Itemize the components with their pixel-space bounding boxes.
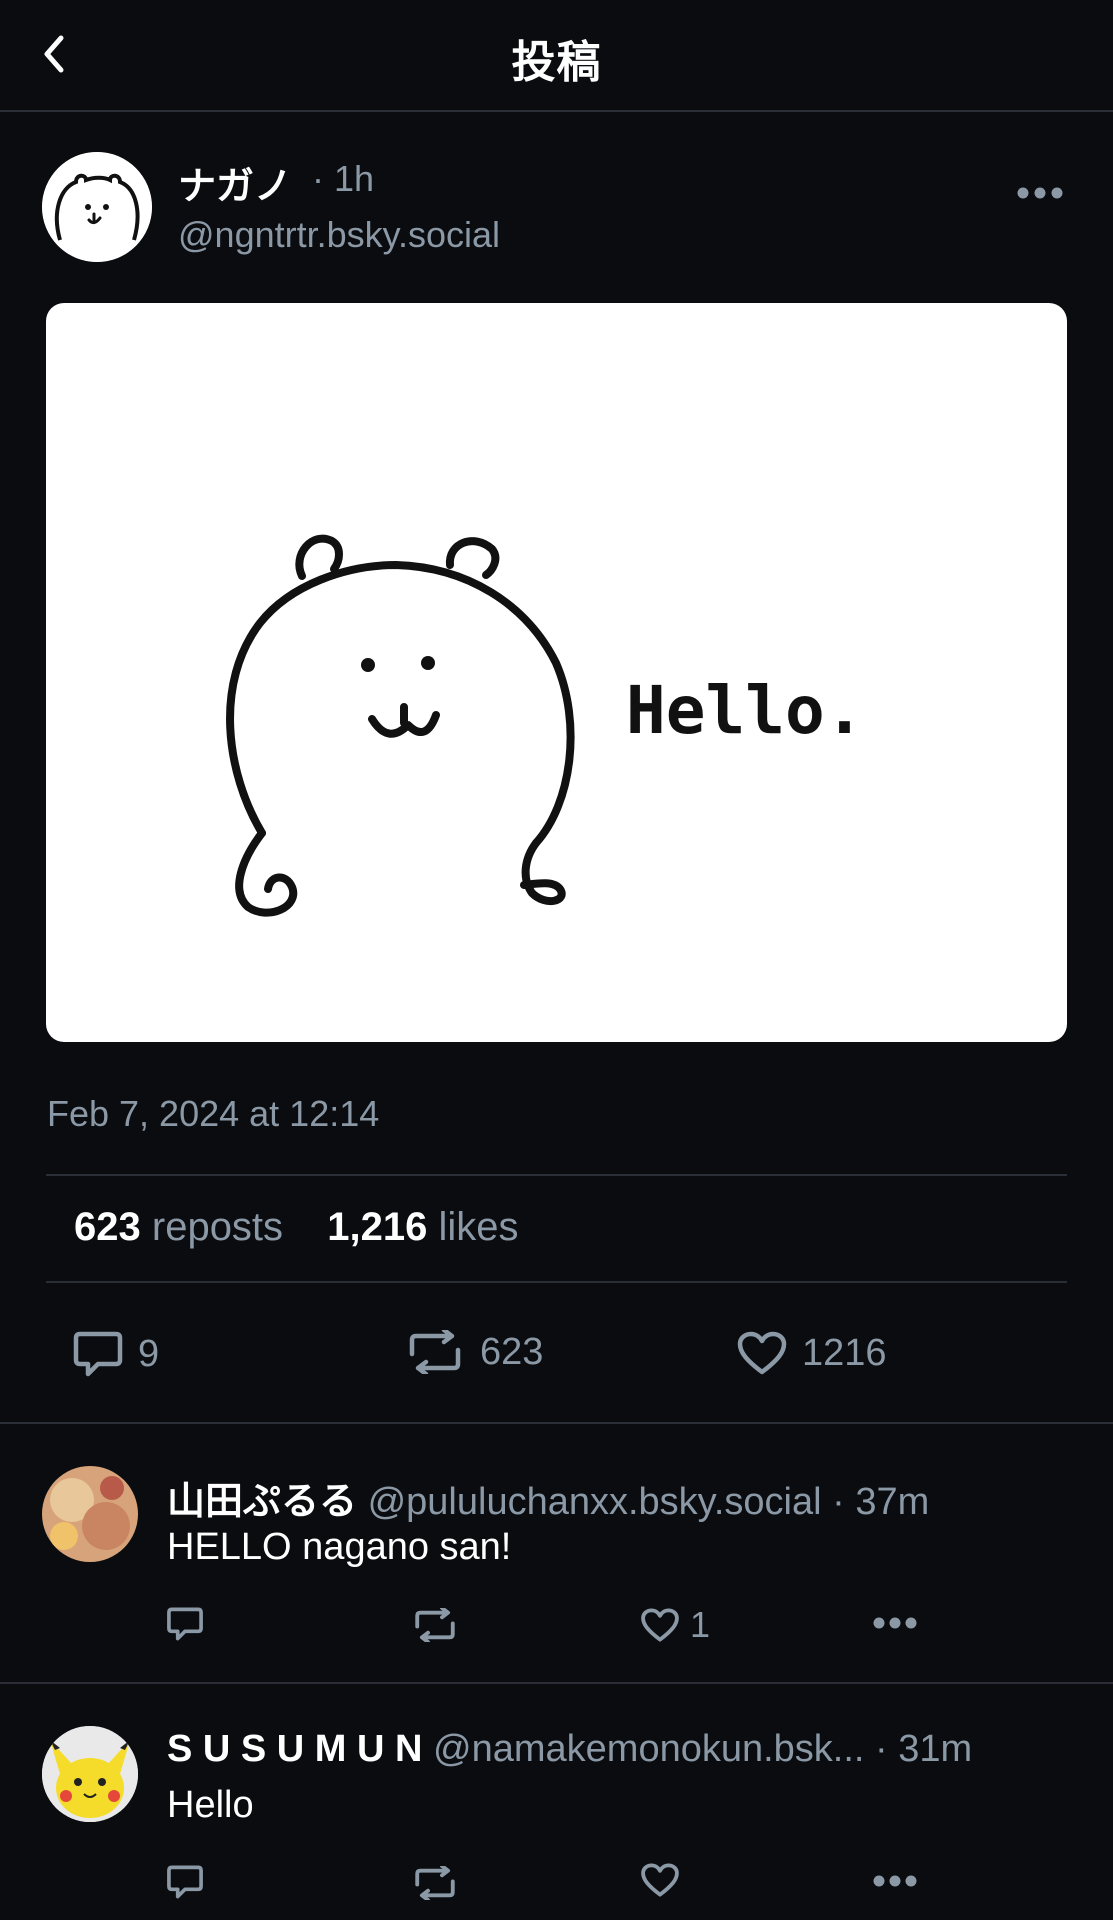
illustration-text: Hello. — [626, 672, 864, 749]
reply-comment-button[interactable] — [166, 1606, 204, 1642]
likes-count[interactable]: 1,216 — [327, 1205, 427, 1249]
reply-avatar[interactable] — [42, 1726, 138, 1822]
reply-repost-button[interactable] — [410, 1866, 460, 1900]
reposts-count[interactable]: 623 — [74, 1205, 141, 1249]
like-button[interactable]: 1216 — [736, 1330, 887, 1376]
reply-time: · 37m — [832, 1481, 930, 1523]
engagement-stats: 623 reposts 1,216 likes — [74, 1205, 519, 1250]
reply-author-name[interactable]: S U S U M U N — [167, 1728, 422, 1770]
heart-icon — [736, 1330, 788, 1376]
reposts-label[interactable]: reposts — [152, 1205, 283, 1249]
divider — [0, 1422, 1113, 1424]
comment-icon — [167, 1865, 203, 1899]
divider — [46, 1281, 1067, 1283]
reply-time: · 31m — [875, 1728, 973, 1770]
header-bar: 投稿 — [0, 0, 1113, 112]
ellipsis-icon — [873, 1875, 917, 1887]
repost-icon — [404, 1330, 466, 1374]
repost-icon — [415, 1866, 455, 1900]
reply-header: 山田ぷるる @pululuchanxx.bsky.social · 37m — [167, 1470, 929, 1525]
reply-count: 9 — [138, 1332, 160, 1375]
author-name[interactable]: ナガノ — [178, 155, 292, 210]
reply-avatar[interactable] — [42, 1466, 138, 1562]
reply-more-button[interactable] — [872, 1874, 918, 1888]
repost-button[interactable]: 623 — [404, 1330, 543, 1374]
post-screen: 投稿 ナガノ · 1h @ngntrtr.bsky.social Hello. … — [0, 0, 1113, 1920]
reply-text: HELLO nagano san! — [167, 1526, 512, 1568]
reply-like-button[interactable] — [640, 1862, 680, 1898]
pikachu-avatar — [42, 1726, 138, 1822]
reply-button[interactable]: 9 — [72, 1330, 159, 1378]
repost-count: 623 — [480, 1330, 544, 1373]
heart-icon — [641, 1608, 679, 1642]
page-title: 投稿 — [511, 38, 602, 87]
reply-like-button[interactable]: 1 — [640, 1604, 710, 1646]
reply-comment-button[interactable] — [166, 1864, 204, 1900]
divider — [0, 1682, 1113, 1684]
more-options-button[interactable] — [1012, 176, 1068, 210]
post-relative-time: · 1h — [312, 158, 375, 199]
comment-icon — [167, 1607, 203, 1641]
reply-like-count: 1 — [690, 1604, 711, 1645]
author-handle[interactable]: @ngntrtr.bsky.social — [178, 214, 500, 256]
repost-icon — [415, 1608, 455, 1642]
likes-label[interactable]: likes — [439, 1205, 519, 1249]
like-count: 1216 — [802, 1331, 887, 1374]
bear-avatar-icon — [42, 152, 152, 262]
reply-more-button[interactable] — [872, 1616, 918, 1630]
reply-author-name[interactable]: 山田ぷるる — [167, 1481, 357, 1523]
bear-illustration: Hello. — [226, 534, 864, 917]
heart-icon — [641, 1863, 679, 1897]
ellipsis-icon — [1017, 187, 1063, 199]
ellipsis-icon — [873, 1617, 917, 1629]
comment-icon — [72, 1330, 124, 1378]
reply-header: S U S U M U N @namakemonokun.bsk... · 31… — [167, 1728, 972, 1771]
reply-author-handle[interactable]: @namakemonokun.bsk... — [433, 1728, 864, 1770]
reply-author-handle[interactable]: @pululuchanxx.bsky.social — [368, 1481, 822, 1523]
post-timestamp: Feb 7, 2024 at 12:14 — [47, 1093, 380, 1134]
author-avatar[interactable] — [42, 152, 152, 262]
food-photo-avatar — [42, 1466, 138, 1562]
reply-text: Hello — [167, 1784, 254, 1826]
reply-repost-button[interactable] — [410, 1608, 460, 1642]
divider — [46, 1174, 1067, 1176]
post-image[interactable]: Hello. — [46, 303, 1067, 1042]
